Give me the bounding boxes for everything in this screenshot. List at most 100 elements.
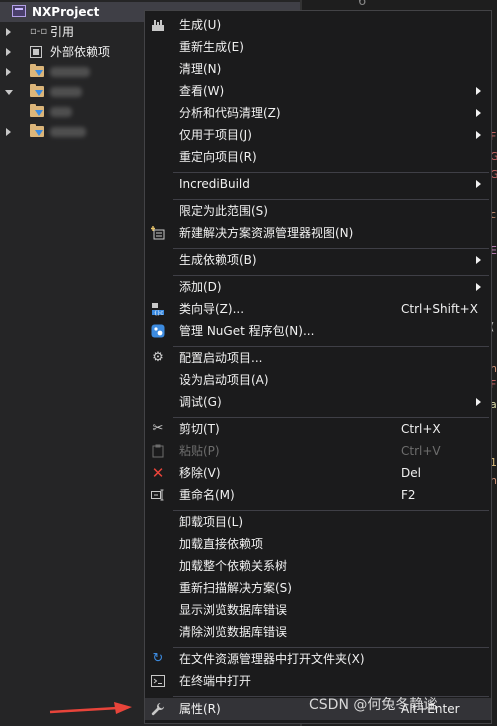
redacted-label [50, 67, 90, 77]
menu-item-label: 重新生成(E) [179, 40, 244, 54]
menu-item-shortcut: Ctrl+X [401, 422, 441, 436]
menu-item-build-dependencies[interactable]: 生成依赖项(B) [145, 249, 491, 271]
menu-item-label: 卸载项目(L) [179, 515, 244, 529]
menu-item-scope-to-this[interactable]: 限定为此范围(S) [145, 200, 491, 222]
build-icon [151, 18, 165, 32]
menu-item-label: 查看(W) [179, 84, 225, 98]
menu-item-clear-browse-db-errors[interactable]: 清除浏览数据库错误 [145, 621, 491, 643]
terminal-icon [151, 674, 165, 688]
menu-item-label: 分析和代码清理(Z) [179, 106, 281, 120]
redacted-label [50, 127, 86, 137]
menu-item-label: 管理 NuGet 程序包(N)... [179, 324, 315, 338]
nuget-icon [151, 324, 165, 338]
expand-arrow-icon[interactable] [6, 68, 11, 76]
menu-item-add[interactable]: 添加(D) [145, 276, 491, 298]
menu-item-label: 清除浏览数据库错误 [179, 625, 288, 639]
menu-item-rebuild[interactable]: 重新生成(E) [145, 36, 491, 58]
filter-folder-icon [30, 64, 44, 77]
tree-item-filter-3[interactable] [0, 102, 144, 122]
menu-item-rename[interactable]: 重命名(M) F2 [145, 484, 491, 506]
gear-icon: ⚙ [152, 350, 164, 365]
menu-item-view[interactable]: 查看(W) [145, 80, 491, 102]
csdn-watermark: CSDN @何兔冬静谧 [309, 697, 438, 713]
menu-item-label: 属性(R) [179, 702, 221, 716]
menu-item-paste[interactable]: 粘贴(P) Ctrl+V [145, 440, 491, 462]
new-view-icon [151, 226, 165, 240]
menu-item-label: 生成依赖项(B) [179, 253, 257, 267]
submenu-arrow-icon [476, 180, 481, 188]
menu-item-open-in-terminal[interactable]: 在终端中打开 [145, 670, 491, 692]
menu-item-label: IncrediBuild [179, 177, 250, 191]
project-context-menu: 生成(U) 重新生成(E) 清理(N) 查看(W) 分析和代码清理(Z) 仅用于… [144, 10, 492, 724]
scissors-icon: ✂ [152, 421, 164, 436]
menu-item-label: 设为启动项目(A) [179, 373, 269, 387]
menu-item-cut[interactable]: ✂ 剪切(T) Ctrl+X [145, 418, 491, 440]
menu-item-label: 在终端中打开 [179, 674, 252, 688]
submenu-arrow-icon [476, 109, 481, 117]
menu-item-label: 在文件资源管理器中打开文件夹(X) [179, 652, 365, 666]
submenu-arrow-icon [476, 283, 481, 291]
menu-item-configure-startup[interactable]: ⚙ 配置启动项目... [145, 347, 491, 369]
menu-item-shortcut: Del [401, 466, 421, 480]
menu-item-label: 类向导(Z)... [179, 302, 245, 316]
menu-item-label: 新建解决方案资源管理器视图(N) [179, 226, 354, 240]
menu-item-label: 调试(G) [179, 395, 222, 409]
menu-item-analyze[interactable]: 分析和代码清理(Z) [145, 102, 491, 124]
menu-item-label: 加载直接依赖项 [179, 537, 264, 551]
filter-folder-icon [30, 124, 44, 137]
redacted-label [50, 107, 72, 117]
submenu-arrow-icon [476, 256, 481, 264]
redacted-label [50, 87, 82, 97]
menu-item-label: 仅用于项目(J) [179, 128, 252, 142]
tree-item-external-deps[interactable]: 外部依赖项 [0, 42, 144, 62]
menu-item-clean[interactable]: 清理(N) [145, 58, 491, 80]
menu-item-rescan-solution[interactable]: 重新扫描解决方案(S) [145, 577, 491, 599]
expand-arrow-icon[interactable] [6, 28, 11, 36]
menu-item-label: 重定向项目(R) [179, 150, 257, 164]
menu-item-build[interactable]: 生成(U) [145, 14, 491, 36]
menu-item-remove[interactable]: ✕ 移除(V) Del [145, 462, 491, 484]
refresh-arrow-icon: ↻ [152, 651, 164, 666]
menu-item-project-only[interactable]: 仅用于项目(J) [145, 124, 491, 146]
project-name: NXProject [32, 5, 100, 19]
tree-item-filter-1[interactable] [0, 62, 144, 82]
tree-item-filter-4[interactable] [0, 122, 144, 142]
menu-item-label: 显示浏览数据库错误 [179, 603, 288, 617]
menu-item-debug[interactable]: 调试(G) [145, 391, 491, 413]
menu-item-new-explorer-view[interactable]: 新建解决方案资源管理器视图(N) [145, 222, 491, 244]
submenu-arrow-icon [476, 87, 481, 95]
tree-item-references[interactable]: ▫-▫ 引用 [0, 22, 144, 42]
menu-item-shortcut: Ctrl+V [401, 444, 441, 458]
rename-icon [151, 488, 165, 502]
menu-item-label: 粘贴(P) [179, 444, 220, 458]
menu-item-manage-nuget[interactable]: 管理 NuGet 程序包(N)... [145, 320, 491, 342]
close-icon: ✕ [151, 464, 165, 482]
menu-item-label: 添加(D) [179, 280, 222, 294]
menu-item-set-startup[interactable]: 设为启动项目(A) [145, 369, 491, 391]
menu-item-show-browse-db-errors[interactable]: 显示浏览数据库错误 [145, 599, 491, 621]
menu-item-unload-project[interactable]: 卸载项目(L) [145, 511, 491, 533]
collapse-arrow-icon[interactable] [5, 90, 13, 95]
menu-item-load-direct-deps[interactable]: 加载直接依赖项 [145, 533, 491, 555]
external-dependencies-icon [30, 46, 42, 58]
menu-item-label: 配置启动项目... [179, 351, 263, 365]
red-arrow-icon [49, 702, 132, 714]
menu-item-label: 剪切(T) [179, 422, 220, 436]
menu-item-open-in-explorer[interactable]: ↻ 在文件资源管理器中打开文件夹(X) [145, 648, 491, 670]
menu-item-shortcut: Ctrl+Shift+X [401, 302, 478, 316]
tree-item-filter-2[interactable] [0, 82, 144, 102]
filter-folder-icon [30, 84, 44, 97]
expand-arrow-icon[interactable] [6, 128, 11, 136]
tree-item-label: 外部依赖项 [50, 45, 111, 59]
project-icon [12, 5, 26, 17]
menu-item-shortcut: F2 [401, 488, 416, 502]
menu-item-incredibuild[interactable]: IncrediBuild [145, 173, 491, 195]
menu-item-load-dep-tree[interactable]: 加载整个依赖关系树 [145, 555, 491, 577]
menu-item-retarget[interactable]: 重定向项目(R) [145, 146, 491, 168]
expand-arrow-icon[interactable] [6, 48, 11, 56]
filter-folder-icon [30, 104, 44, 117]
menu-item-label: 生成(U) [179, 18, 222, 32]
line-number: 6 [358, 0, 367, 9]
menu-item-class-wizard[interactable]: {}c 类向导(Z)... Ctrl+Shift+X [145, 298, 491, 320]
menu-item-label: 加载整个依赖关系树 [179, 559, 288, 573]
